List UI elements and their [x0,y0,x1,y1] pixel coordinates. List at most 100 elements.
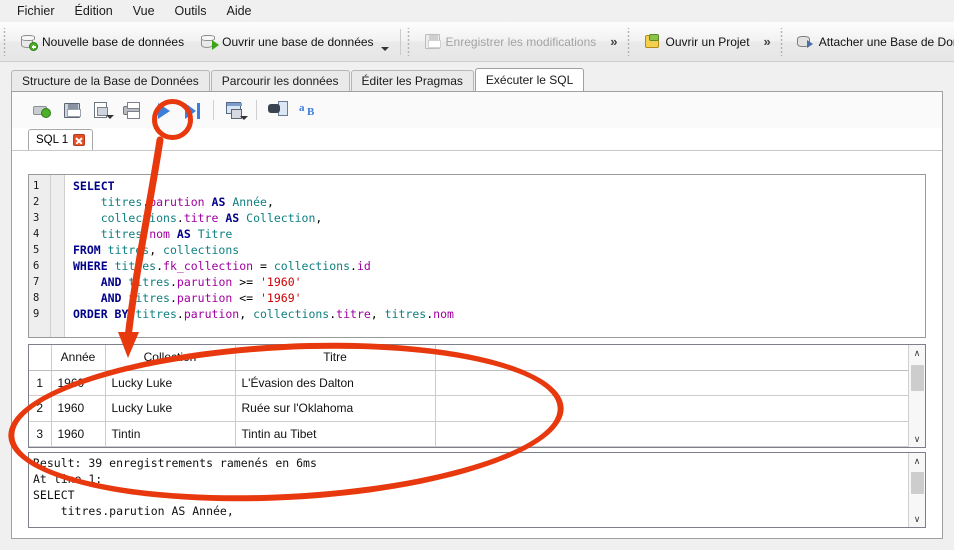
sql-editor[interactable]: 123456789 SELECT titres.parution AS Anné… [28,174,926,338]
menu-item-vue[interactable]: Vue [124,1,164,21]
line-number-8: 8 [33,290,50,306]
chevron-down-icon[interactable] [240,116,248,120]
tab-browse-data[interactable]: Parcourir les données [211,70,350,92]
project-group-overflow-chevron[interactable]: » [758,34,777,49]
attach-database-label: Attacher une Base de Données [819,35,954,49]
row-number-cell[interactable]: 2 [29,396,51,422]
project-open-icon [644,33,661,50]
table-cell[interactable]: 1960 [51,421,105,447]
format-sql-button[interactable]: a B [294,97,322,123]
row-number-cell[interactable]: 1 [29,370,51,396]
menu-item-outils[interactable]: Outils [166,1,216,21]
table-row[interactable]: 11960Lucky LukeL'Évasion des Dalton [29,370,908,396]
table-cell[interactable]: Tintin [105,421,235,447]
results-header-titre[interactable]: Titre [235,345,435,370]
menu-item-edition[interactable]: Édition [66,1,122,21]
save-group-overflow-chevron[interactable]: » [604,34,623,49]
code-token: >= [232,275,260,289]
code-token: Titre [198,227,233,241]
database-open-icon [200,33,217,50]
menu-item-aide[interactable]: Aide [217,1,260,21]
table-cell[interactable]: L'Évasion des Dalton [235,370,435,396]
log-line-3: SELECT [33,487,908,503]
new-sql-tab-button[interactable] [28,97,56,123]
scroll-up-icon[interactable]: ∧ [909,453,926,469]
new-database-button[interactable]: Nouvelle base de données [12,28,192,56]
save-sql-file-button[interactable] [88,97,116,123]
code-token: ORDER BY [73,307,128,321]
line-number-5: 5 [33,242,50,258]
code-token: , [371,307,385,321]
code-token: SELECT [73,179,115,193]
tab-execute-sql[interactable]: Exécuter le SQL [475,68,584,92]
results-scroll-track[interactable] [909,361,926,431]
log-scroll-track[interactable] [909,469,926,511]
sql-toolbar-separator-2 [256,100,257,120]
sql-editor-code[interactable]: SELECT titres.parution AS Année, collect… [65,175,925,337]
table-row[interactable]: 31960TintinTintin au Tibet [29,421,908,447]
table-cell[interactable]: Tintin au Tibet [235,421,435,447]
print-sql-button[interactable] [118,97,146,123]
code-line-8: AND titres.parution <= '1969' [73,290,925,306]
table-cell[interactable]: Lucky Luke [105,370,235,396]
log-line-4: titres.parution AS Année, [33,503,908,519]
code-token: = [253,259,274,273]
code-token: collections [101,211,177,225]
execute-current-line-button[interactable] [178,97,206,123]
toolbar-drag-handle[interactable] [2,28,9,56]
scroll-down-icon[interactable]: ∨ [909,511,926,527]
results-grid[interactable]: Année Collection Titre 11960Lucky LukeL'… [28,344,926,448]
table-row[interactable]: 21960Lucky LukeRuée sur l'Oklahoma [29,396,908,422]
execute-all-button[interactable] [148,97,176,123]
results-corner-cell[interactable] [29,345,51,370]
table-cell-filler [435,370,908,396]
sql-editor-gutter: 123456789 [29,175,51,337]
code-token: AND [101,291,122,305]
log-scroll-thumb[interactable] [911,472,924,494]
code-token: . [156,259,163,273]
menu-bar: Fichier Édition Vue Outils Aide [0,0,954,22]
toolbar-drag-handle-2[interactable] [406,28,413,56]
code-token: AND [101,275,122,289]
line-number-1: 1 [33,178,50,194]
toolbar-drag-handle-3[interactable] [626,28,633,56]
execute-current-line-icon [185,103,196,119]
open-sql-file-icon [64,103,80,118]
save-changes-button[interactable]: Enregistrer les modifications [416,28,605,56]
sql-tab-row: SQL 1 [12,128,942,152]
table-cell[interactable]: 1960 [51,396,105,422]
save-results-button[interactable] [221,97,249,123]
tab-structure[interactable]: Structure de la Base de Données [11,70,210,92]
code-token: AS [212,195,226,209]
menu-item-fichier[interactable]: Fichier [8,1,64,21]
line-number-3: 3 [33,210,50,226]
close-icon[interactable] [73,134,85,146]
log-vertical-scrollbar[interactable]: ∧ ∨ [908,453,925,527]
results-header-collection[interactable]: Collection [105,345,235,370]
results-header-annee[interactable]: Année [51,345,105,370]
tab-edit-pragmas[interactable]: Éditer les Pragmas [351,70,474,92]
chevron-down-icon[interactable] [106,115,114,119]
open-database-button[interactable]: Ouvrir une base de données [192,28,396,56]
attach-database-button[interactable]: Attacher une Base de Données [789,28,954,56]
results-scroll-thumb[interactable] [911,365,924,391]
row-number-cell[interactable]: 3 [29,421,51,447]
find-button[interactable] [264,97,292,123]
chevron-down-icon[interactable] [381,47,389,51]
scroll-up-icon[interactable]: ∧ [909,345,926,361]
line-number-4: 4 [33,226,50,242]
sql-tab-1[interactable]: SQL 1 [28,129,93,151]
table-cell[interactable]: 1960 [51,370,105,396]
open-sql-file-button[interactable] [58,97,86,123]
table-cell[interactable]: Ruée sur l'Oklahoma [235,396,435,422]
code-token [108,259,115,273]
code-token: titres [128,275,170,289]
app-window: Fichier Édition Vue Outils Aide Nouvelle… [0,0,954,550]
open-project-button[interactable]: Ouvrir un Projet [636,28,758,56]
database-new-icon [20,33,37,50]
table-cell[interactable]: Lucky Luke [105,396,235,422]
scroll-down-icon[interactable]: ∨ [909,431,926,447]
results-vertical-scrollbar[interactable]: ∧ ∨ [908,345,925,447]
toolbar-drag-handle-4[interactable] [779,28,786,56]
log-panel[interactable]: Result: 39 enregistrements ramenés en 6m… [28,452,926,528]
